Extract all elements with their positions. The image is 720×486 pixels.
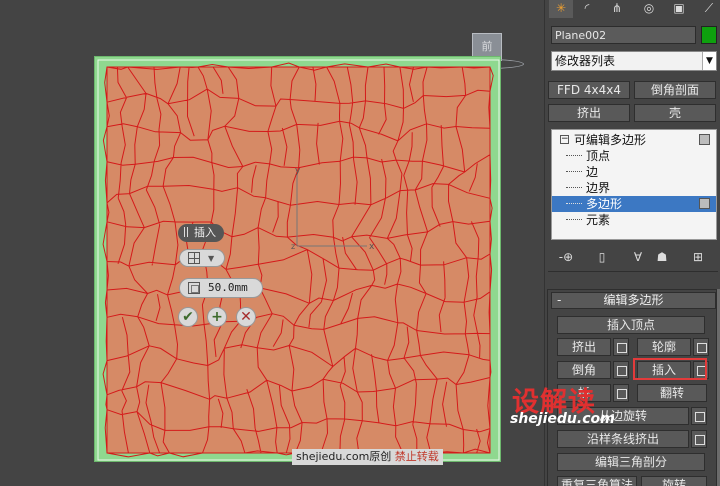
stack-item-element[interactable]: 元素 [552, 212, 716, 228]
axis-x-label: x [369, 242, 375, 252]
divider [548, 271, 718, 272]
plane-object[interactable]: y x z [94, 56, 501, 462]
plus-icon: + [211, 309, 223, 325]
caddy-title-label: 插入 [194, 226, 216, 239]
x-icon: ✕ [240, 309, 252, 325]
flip-button[interactable]: 翻转 [637, 384, 707, 402]
motion-icon: ◎ [643, 1, 655, 15]
utilities-icon: ⟋ [704, 1, 714, 15]
bridge-settings-button[interactable] [613, 384, 629, 402]
stack-item-label: 可编辑多边形 [574, 133, 647, 147]
voronoi-plane-mesh: y x z [97, 59, 500, 461]
stack-item-vertex[interactable]: 顶点 [552, 148, 716, 164]
watermark-caption: shejiedu.com原创 禁止转载 [292, 449, 443, 465]
extrude-along-spline-settings-button[interactable] [691, 430, 707, 448]
bevel-button[interactable]: 倒角 [557, 361, 611, 379]
modify-icon: ◜ [584, 1, 590, 15]
hierarchy-icon: ⋔ [611, 1, 623, 15]
remove-modifier-button[interactable]: ☗ [653, 248, 671, 266]
stack-item-edge[interactable]: 边 [552, 164, 716, 180]
check-icon: ✔ [182, 309, 194, 325]
stack-toggle-icon[interactable] [699, 134, 710, 145]
bevel-settings-button[interactable] [613, 361, 629, 379]
watermark-original: 原创 [369, 450, 392, 463]
create-icon: ✳ [555, 1, 567, 15]
chevron-down-icon: ▼ [208, 254, 215, 263]
tab-create[interactable]: ✳ [549, 0, 573, 18]
stack-toggle-icon[interactable] [699, 198, 710, 209]
caddy-apply-button[interactable]: + [207, 307, 227, 327]
inset-type-dropdown[interactable]: ▼ [179, 249, 225, 267]
extrude-settings-button[interactable] [613, 338, 629, 356]
viewcube-face-label: 前 [481, 40, 493, 53]
pin-icon: -⊕ [558, 250, 574, 264]
caddy-grip-icon [184, 227, 188, 237]
rollout-header[interactable]: - 编辑多边形 [551, 292, 716, 309]
watermark-no-repost: 禁止转载 [394, 450, 439, 463]
stack-item-label: 边界 [586, 181, 611, 195]
trash-icon: ☗ [656, 250, 668, 264]
perspective-viewport[interactable]: 前 y x z 插入 ▼ 50.0mm ✔ + ✕ shejiedu.com原创 禁… [0, 0, 544, 486]
stack-item-polygon[interactable]: 多边形 [552, 196, 716, 212]
pin-stack-button[interactable]: -⊕ [557, 248, 575, 266]
extrude-along-spline-button[interactable]: 沿样条线挤出 [557, 430, 689, 448]
stack-toolbar: -⊕ ▯ ∀ ☗ ⊞ [553, 248, 717, 266]
display-icon: ▣ [673, 1, 685, 15]
make-unique-icon: ∀ [633, 250, 643, 264]
inset-amount-field[interactable]: 50.0mm [179, 278, 263, 298]
stack-item-label: 元素 [586, 213, 611, 227]
watermark-site: shejiedu.com [296, 450, 370, 463]
inset-caddy-title[interactable]: 插入 [178, 224, 224, 242]
rollout-title: 编辑多边形 [603, 293, 664, 307]
command-panel-tabs: ✳ ◜ ⋔ ◎ ▣ ⟋ [549, 0, 719, 18]
inset-highlight-box [633, 358, 707, 380]
tab-modify[interactable]: ◜ [575, 0, 599, 18]
collapse-icon: − [560, 134, 569, 144]
watermark-url: shejiedu.com [510, 411, 615, 427]
modifier-list-label: 修改器列表 [555, 54, 616, 68]
caddy-ok-button[interactable]: ✔ [178, 307, 198, 327]
caddy-cancel-button[interactable]: ✕ [236, 307, 256, 327]
end-result-icon: ▯ [598, 250, 606, 264]
amount-icon [188, 282, 200, 294]
retriangulate-button[interactable]: 重复三角算法 [557, 476, 637, 486]
shell-button[interactable]: 壳 [634, 104, 716, 122]
insert-vertex-button[interactable]: 插入顶点 [557, 316, 705, 334]
axis-y-label: y [295, 166, 301, 176]
stack-item-border[interactable]: 边界 [552, 180, 716, 196]
inset-amount-value[interactable]: 50.0mm [208, 281, 248, 294]
stack-item-label: 多边形 [586, 197, 623, 211]
configure-icon: ⊞ [692, 250, 704, 264]
modifier-stack: − 可编辑多边形 顶点 边 边界 多边形 元素 [551, 129, 717, 240]
modifier-list-dropdown[interactable]: 修改器列表 ▼ [551, 51, 717, 71]
tab-hierarchy[interactable]: ⋔ [605, 0, 629, 18]
show-end-result-button[interactable]: ▯ [593, 248, 611, 266]
stack-item-label: 顶点 [586, 149, 611, 163]
bevel-profile-button[interactable]: 倒角剖面 [634, 81, 716, 99]
ffd-button[interactable]: FFD 4x4x4 [548, 81, 630, 99]
tab-display[interactable]: ▣ [667, 0, 691, 18]
tab-utilities[interactable]: ⟋ [697, 0, 720, 18]
outline-button[interactable]: 轮廓 [637, 338, 691, 356]
extrude-modifier-button[interactable]: 挤出 [548, 104, 630, 122]
outline-settings-button[interactable] [693, 338, 709, 356]
group-icon [188, 252, 200, 264]
hinge-settings-button[interactable] [691, 407, 707, 425]
turn-button[interactable]: 旋转 [641, 476, 707, 486]
edit-triangulation-button[interactable]: 编辑三角剖分 [557, 453, 705, 471]
object-color-swatch[interactable] [701, 26, 717, 44]
stack-item-label: 边 [586, 165, 599, 179]
stack-item-editable-poly[interactable]: − 可编辑多边形 [552, 132, 716, 148]
configure-sets-button[interactable]: ⊞ [689, 248, 707, 266]
object-name-field[interactable] [551, 26, 696, 44]
chevron-down-icon: ▼ [702, 52, 716, 70]
make-unique-button[interactable]: ∀ [629, 248, 647, 266]
extrude-button[interactable]: 挤出 [557, 338, 611, 356]
axis-z-label: z [291, 242, 295, 251]
tab-motion[interactable]: ◎ [637, 0, 661, 18]
